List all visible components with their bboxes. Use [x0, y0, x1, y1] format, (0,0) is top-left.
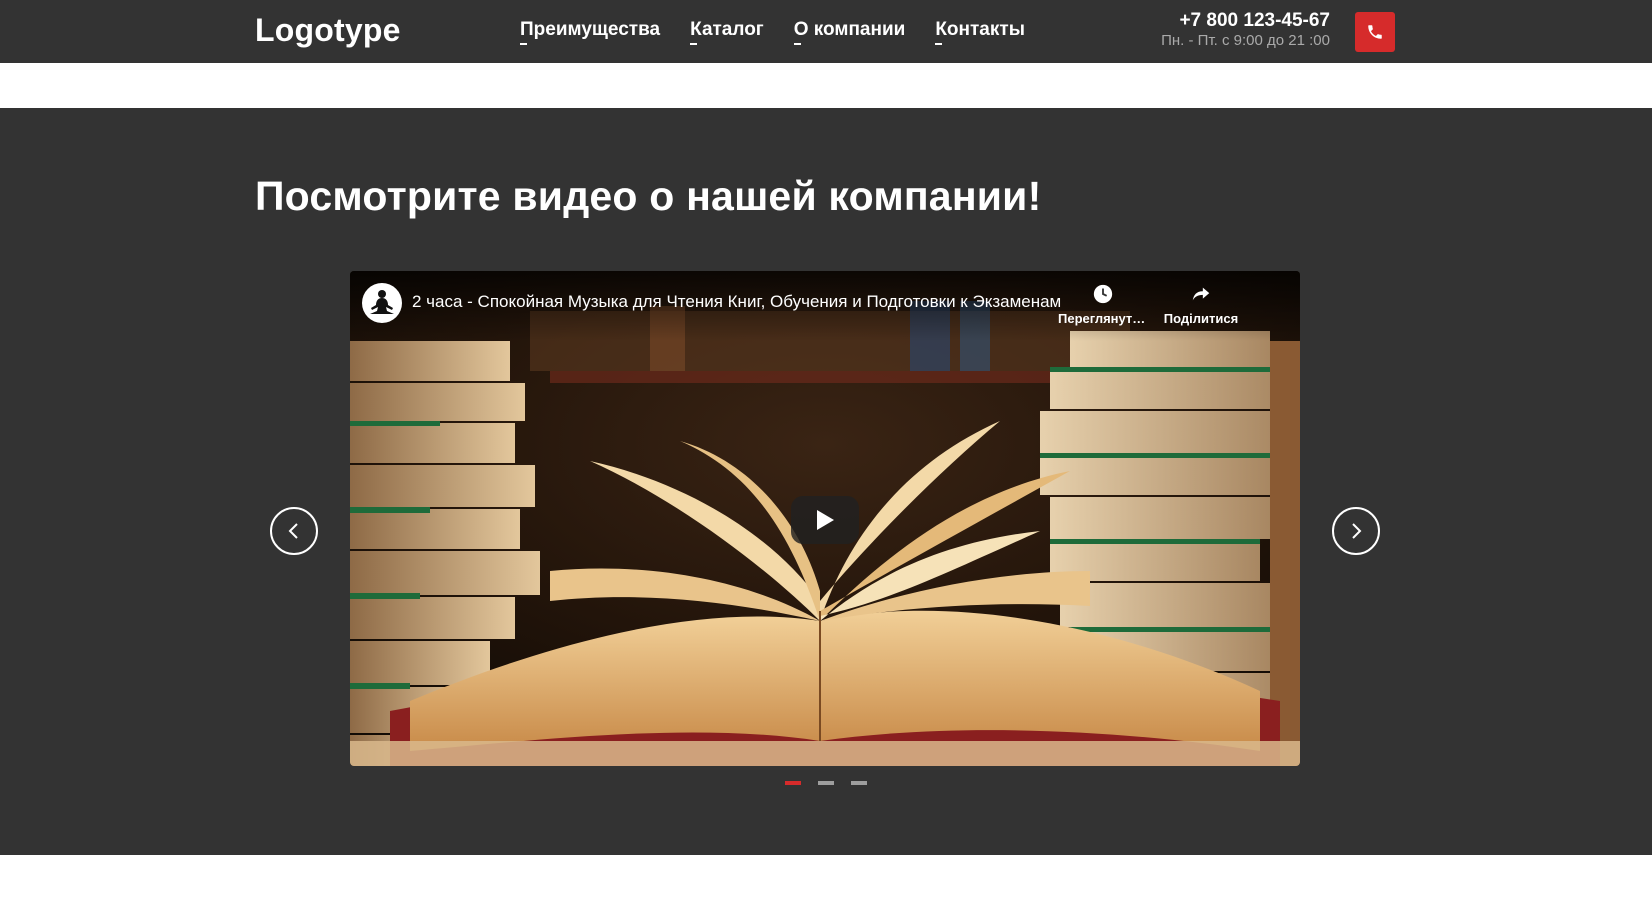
carousel-dot-2[interactable] [818, 781, 834, 785]
clock-icon [1093, 284, 1113, 304]
play-button[interactable] [791, 496, 859, 544]
watch-later-label: Переглянути пізніше [1058, 311, 1148, 326]
carousel-prev-button[interactable] [270, 507, 318, 555]
carousel-dots [785, 781, 867, 785]
video-title[interactable]: 2 часа - Спокойная Музыка для Чтения Кни… [412, 292, 1092, 312]
phone-icon [1368, 25, 1382, 39]
meditation-avatar-icon [363, 284, 401, 322]
nav-item-catalog[interactable]: Каталог [690, 19, 764, 45]
video-player[interactable]: 2 часа - Спокойная Музыка для Чтения Кни… [350, 271, 1300, 766]
share-label: Поділитися [1163, 311, 1239, 326]
channel-avatar[interactable] [362, 283, 402, 323]
carousel-next-button[interactable] [1332, 507, 1380, 555]
main-nav: Преимущества Каталог О компании Контакты [520, 19, 1025, 45]
watch-later-button[interactable]: Переглянути пізніше [1058, 283, 1148, 326]
share-button[interactable]: Поділитися [1156, 283, 1246, 326]
contact-block: +7 800 123-45-67 Пн. - Пт. с 9:00 до 21 … [1161, 10, 1330, 50]
share-icon [1192, 287, 1210, 301]
working-hours: Пн. - Пт. с 9:00 до 21 :00 [1161, 32, 1330, 49]
video-section: Посмотрите видео о нашей компании! 2 час… [0, 108, 1652, 855]
carousel-dot-1[interactable] [785, 781, 801, 785]
call-button[interactable] [1355, 12, 1395, 52]
chevron-right-icon [1352, 523, 1362, 539]
site-header: Logotype Преимущества Каталог О компании… [0, 0, 1652, 63]
nav-item-contacts[interactable]: Контакты [935, 19, 1025, 45]
chevron-left-icon [288, 523, 298, 539]
carousel-dot-3[interactable] [851, 781, 867, 785]
logo[interactable]: Logotype [255, 12, 401, 49]
nav-item-about[interactable]: О компании [793, 19, 905, 45]
phone-number[interactable]: +7 800 123-45-67 [1161, 10, 1330, 31]
nav-item-advantages[interactable]: Преимущества [520, 19, 660, 45]
play-icon [817, 510, 834, 530]
section-title: Посмотрите видео о нашей компании! [255, 173, 1042, 219]
